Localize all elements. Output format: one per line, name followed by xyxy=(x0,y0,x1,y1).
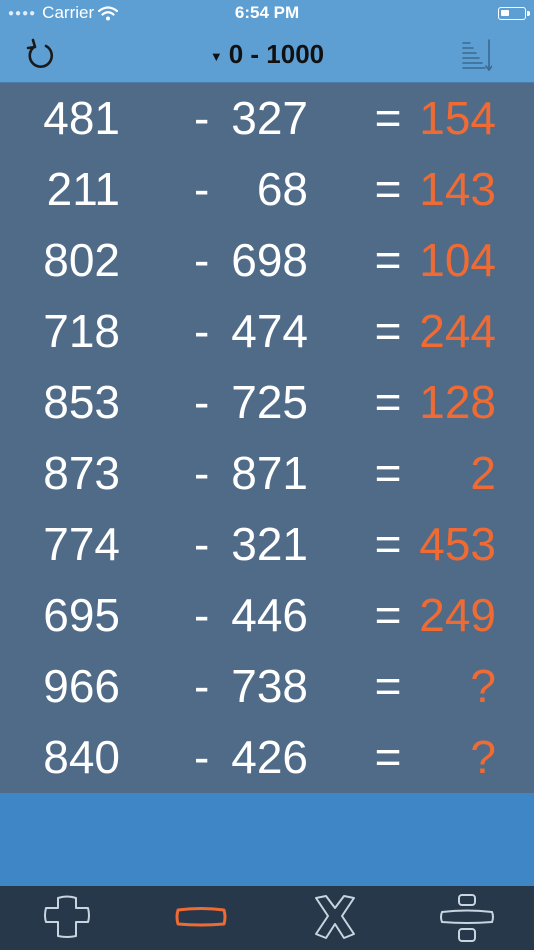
problem-row: 873 - 871 = 2 xyxy=(0,438,534,509)
answer[interactable]: 453 xyxy=(404,521,496,567)
problem-row: 853 - 725 = 128 xyxy=(0,367,534,438)
operand-b: 725 xyxy=(231,376,308,428)
equals-sign: = xyxy=(374,518,402,570)
caret-down-icon: ▼ xyxy=(209,48,223,64)
operator: - xyxy=(194,376,210,428)
problem-row: 718 - 474 = 244 xyxy=(0,296,534,367)
problem-list: 481 - 327 = 154 211 - 68 = 143 802 - 698… xyxy=(0,83,534,793)
operand-a: 966 xyxy=(43,660,120,712)
problem-row: 840 - 426 = ? xyxy=(0,722,534,793)
operand-a: 211 xyxy=(46,163,120,215)
operator: - xyxy=(194,92,210,144)
minus-icon[interactable] xyxy=(166,894,236,950)
answer[interactable]: 104 xyxy=(404,237,496,283)
operand-a: 873 xyxy=(43,447,120,499)
answer[interactable]: 249 xyxy=(404,592,496,638)
operand-b: 474 xyxy=(231,305,308,357)
operator: - xyxy=(194,731,210,783)
equals-sign: = xyxy=(374,589,402,641)
operand-a: 774 xyxy=(43,518,120,570)
operand-a: 481 xyxy=(43,92,120,144)
operand-b: 871 xyxy=(231,447,308,499)
equals-sign: = xyxy=(374,92,402,144)
equals-sign: = xyxy=(374,447,402,499)
equals-sign: = xyxy=(374,305,402,357)
operand-b: 698 xyxy=(231,234,308,286)
operator: - xyxy=(194,660,210,712)
equals-sign: = xyxy=(374,731,402,783)
operand-a: 840 xyxy=(43,731,120,783)
operator: - xyxy=(194,589,210,641)
answer[interactable]: 154 xyxy=(404,95,496,141)
equals-sign: = xyxy=(374,234,402,286)
operator: - xyxy=(194,163,210,215)
operand-b: 327 xyxy=(231,92,308,144)
answer[interactable]: ? xyxy=(404,663,496,709)
equals-sign: = xyxy=(374,163,402,215)
range-label: 0 - 1000 xyxy=(228,39,325,69)
answer[interactable]: 244 xyxy=(404,308,496,354)
operand-b: 738 xyxy=(231,660,308,712)
problem-row: 481 - 327 = 154 xyxy=(0,83,534,154)
answer[interactable]: 143 xyxy=(404,166,496,212)
problem-row: 802 - 698 = 104 xyxy=(0,225,534,296)
clock: 6:54 PM xyxy=(234,3,300,22)
status-bar: ●●●● Carrier 6:54 PM xyxy=(0,0,534,28)
answer[interactable]: ? xyxy=(404,734,496,780)
equals-sign: = xyxy=(374,660,402,712)
operator: - xyxy=(194,305,210,357)
divide-icon[interactable] xyxy=(432,894,502,950)
battery-icon xyxy=(498,7,530,20)
range-selector[interactable]: ▼ 0 - 1000 xyxy=(0,39,534,70)
operand-a: 718 xyxy=(43,305,120,357)
sort-icon[interactable] xyxy=(462,38,492,72)
operator: - xyxy=(194,447,210,499)
operator: - xyxy=(194,518,210,570)
operand-a: 695 xyxy=(43,589,120,641)
equals-sign: = xyxy=(374,376,402,428)
problem-row: 695 - 446 = 249 xyxy=(0,580,534,651)
nav-bar: ▼ 0 - 1000 xyxy=(0,28,534,83)
multiply-icon[interactable] xyxy=(300,894,370,950)
operator: - xyxy=(194,234,210,286)
problem-row: 966 - 738 = ? xyxy=(0,651,534,722)
answer[interactable]: 128 xyxy=(404,379,496,425)
problem-row: 211 - 68 = 143 xyxy=(0,154,534,225)
plus-icon[interactable] xyxy=(32,894,102,950)
answer[interactable]: 2 xyxy=(404,450,496,496)
operand-a: 802 xyxy=(43,234,120,286)
operand-b: 446 xyxy=(231,589,308,641)
problem-row: 774 - 321 = 453 xyxy=(0,509,534,580)
operand-a: 853 xyxy=(43,376,120,428)
operation-tab-bar xyxy=(0,886,534,950)
operand-b: 426 xyxy=(231,731,308,783)
operand-b: 321 xyxy=(231,518,308,570)
operand-b: 68 xyxy=(256,163,308,215)
